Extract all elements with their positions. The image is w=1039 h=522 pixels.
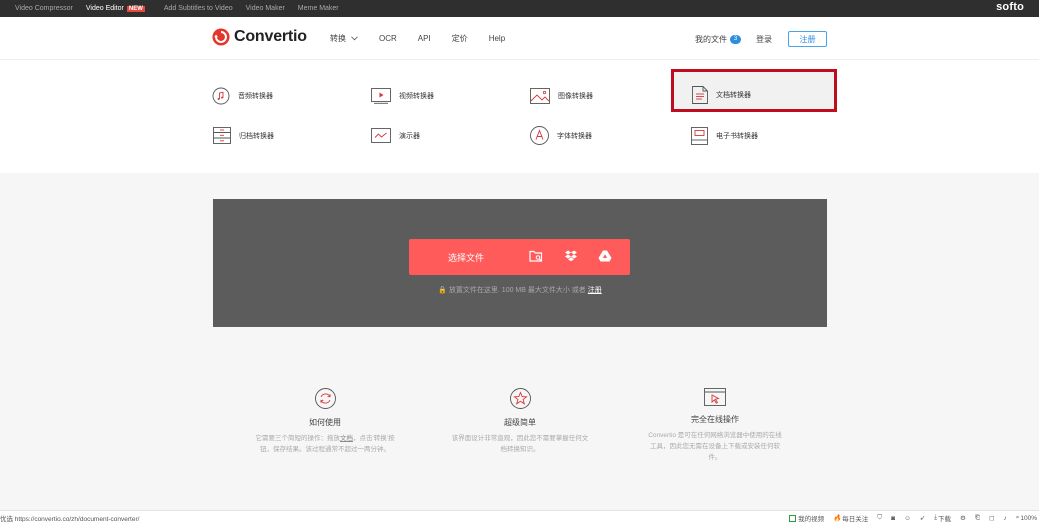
top-link-video-editor[interactable]: Video Editor (86, 5, 124, 12)
top-link-video-maker[interactable]: Video Maker (246, 5, 285, 12)
camera-icon[interactable]: ◙ (891, 515, 895, 522)
my-files-label: 我的文件 (695, 34, 727, 44)
settings-icon[interactable]: ⚙ (960, 514, 966, 522)
google-drive-icon[interactable] (598, 249, 612, 263)
status-daily-follow-label: 每日关注 (842, 516, 869, 522)
feature-super-simple-title: 超级简单 (504, 418, 536, 427)
feature-how-to-use-desc-a: 它需要三个简短的操作：拖放 (255, 435, 341, 442)
status-daily-follow[interactable]: 🔥 每日关注 (833, 513, 868, 522)
lock-icon: 🔒 (438, 287, 447, 294)
feature-online: 完全在线操作 Convertio 是可在任何网络浏览器中使用的在线工具，因此您无… (645, 388, 785, 463)
video-play-icon (789, 514, 797, 522)
archive-icon (213, 127, 231, 144)
top-link-meme-maker[interactable]: Meme Maker (298, 5, 339, 12)
converter-image-label: 图像转换器 (558, 93, 593, 100)
status-my-videos-label: 我的视频 (798, 516, 825, 522)
sound-icon[interactable]: ♪ (1003, 515, 1006, 522)
choose-files-label: 选择文件 (448, 253, 485, 263)
feature-how-to-use-title: 如何使用 (309, 418, 341, 427)
nav-convert[interactable]: 转换 (330, 33, 358, 44)
nav-ocr[interactable]: OCR (379, 33, 397, 44)
shield-icon[interactable]: ⛉ (877, 514, 882, 522)
top-bar: Video Compressor Video Editor NEW Add Su… (0, 0, 1039, 17)
ebook-icon (691, 127, 708, 145)
converter-document[interactable]: 文档转换器 (692, 86, 751, 104)
feature-super-simple: 超级简单 该界面设计非常直观，因此您不需要掌握任何文档转换知识。 (450, 388, 590, 455)
converters-dropdown (0, 60, 1039, 173)
video-icon (371, 88, 391, 104)
converter-video-label: 视频转换器 (399, 93, 434, 100)
nav-convert-label: 转换 (330, 34, 346, 43)
feature-online-title: 完全在线操作 (691, 415, 739, 424)
feature-how-to-use-link[interactable]: 文档 (340, 435, 353, 442)
upload-hint-text: 放置文件在这里. 100 MB 最大文件大小 或者 (448, 287, 586, 294)
folder-search-icon[interactable] (529, 249, 543, 263)
converter-archive-label: 归档转换器 (239, 132, 274, 140)
converter-font-label: 字体转换器 (557, 132, 592, 140)
header-actions: 我的文件 3 登录 注册 (695, 31, 827, 47)
dropbox-icon[interactable] (564, 249, 578, 263)
feature-super-simple-desc: 该界面设计非常直观，因此您不需要掌握任何文档转换知识。 (451, 435, 589, 453)
converter-archive[interactable]: 归档转换器 (213, 127, 274, 144)
my-files-link[interactable]: 我的文件 3 (695, 34, 741, 45)
status-my-videos[interactable]: 我的视频 (789, 513, 824, 522)
login-link[interactable]: 登录 (756, 34, 772, 45)
register-button[interactable]: 注册 (788, 31, 827, 47)
upload-signup-link[interactable]: 注册 (588, 287, 602, 294)
refresh-icon (314, 388, 336, 409)
browser-cursor-icon (704, 388, 726, 406)
window-icon[interactable]: ◻ (989, 514, 994, 522)
presentation-icon (371, 128, 391, 143)
converter-font[interactable]: 字体转换器 (530, 126, 592, 145)
clip-icon[interactable]: ⎗ (975, 514, 980, 522)
site-header: Convertio 转换 OCR API 定价 Help 我的文件 3 登录 注… (0, 17, 1039, 60)
chat-icon[interactable]: ☺ (904, 515, 911, 522)
audio-icon (212, 87, 230, 105)
main-nav: 转换 OCR API 定价 Help (330, 33, 526, 44)
status-right: 我的视频 🔥 每日关注 ⛉ ◙ ☺ ➶ ⤓ 下载 ⚙ ⎗ ◻ ♪ ⌕ 100% (780, 513, 1037, 522)
nav-pricing[interactable]: 定价 (452, 33, 468, 44)
top-links: Video Compressor Video Editor NEW Add Su… (15, 0, 352, 17)
convertio-logo[interactable]: Convertio (212, 28, 307, 46)
convertio-logo-icon (212, 28, 230, 46)
chevron-down-icon (351, 36, 358, 41)
document-icon (692, 86, 708, 104)
converter-ebook-label: 电子书转换器 (716, 133, 758, 140)
converter-audio[interactable]: 音频转换器 (212, 87, 273, 105)
converter-image[interactable]: 图像转换器 (530, 88, 593, 104)
logo-text: Convertio (234, 28, 307, 45)
feature-how-to-use: 如何使用 它需要三个简短的操作：拖放文档，点击'转换'按钮，保存结果。该过程通常… (255, 388, 395, 455)
status-zoom[interactable]: ⌕ 100% (1016, 514, 1037, 522)
top-link-video-compressor[interactable]: Video Compressor (15, 5, 73, 12)
status-download[interactable]: ⤓ 下载 (934, 513, 951, 522)
choose-files-button[interactable]: 选择文件 (409, 239, 630, 275)
nav-api[interactable]: API (418, 33, 431, 44)
converter-presentation-label: 演示器 (399, 132, 420, 140)
feature-online-desc: Convertio 是可在任何网络浏览器中使用的在线工具，因此您无需在设备上下载… (648, 432, 782, 461)
new-badge: NEW (126, 5, 145, 12)
font-icon (530, 126, 549, 145)
converter-ebook[interactable]: 电子书转换器 (691, 127, 758, 145)
image-icon (530, 88, 550, 104)
fire-icon: 🔥 (833, 515, 842, 522)
nav-help[interactable]: Help (489, 33, 505, 44)
rocket-icon[interactable]: ➶ (920, 514, 925, 522)
converter-video[interactable]: 视频转换器 (371, 88, 434, 104)
converter-audio-label: 音频转换器 (238, 93, 273, 100)
status-url: 优选 https://convertio.co/zh/document-conv… (0, 516, 140, 522)
files-count-badge: 3 (730, 34, 741, 44)
converter-presentation[interactable]: 演示器 (371, 128, 420, 143)
converter-document-label: 文档转换器 (716, 92, 751, 99)
browser-status-bar: 优选 https://convertio.co/zh/document-conv… (0, 510, 1039, 522)
star-icon (509, 388, 531, 409)
feature-how-to-use-desc: 它需要三个简短的操作：拖放文档，点击'转换'按钮，保存结果。该过程通常不超过一两… (255, 433, 395, 455)
status-download-label: 下载 (938, 516, 952, 522)
brand-logo[interactable]: softo (996, 1, 1024, 13)
upload-hint: 🔒 放置文件在这里. 100 MB 最大文件大小 或者 注册 (213, 285, 827, 295)
status-zoom-label: 100% (1020, 514, 1037, 522)
top-link-add-subtitles[interactable]: Add Subtitles to Video (164, 5, 233, 12)
